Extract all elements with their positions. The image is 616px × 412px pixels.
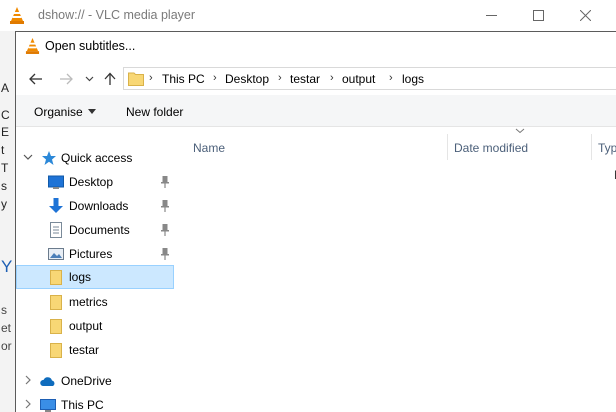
- vlc-cone-icon: [25, 38, 40, 54]
- sidebar-item-label: This PC: [61, 398, 104, 412]
- sidebar-item-label: OneDrive: [61, 374, 112, 388]
- column-header-label: Name: [193, 141, 226, 155]
- chevron-right-icon: ›: [149, 72, 153, 84]
- caret-down-icon: [88, 109, 96, 114]
- vlc-cone-icon: [10, 7, 24, 24]
- maximize-button[interactable]: [515, 0, 561, 31]
- recent-locations-button[interactable]: [83, 70, 95, 88]
- chevron-right-icon: ›: [278, 72, 282, 84]
- file-list: Name Date modified Type N: [177, 128, 616, 412]
- vlc-text-fragment: et: [1, 321, 12, 335]
- sidebar-item-desktop[interactable]: Desktop: [16, 170, 174, 194]
- navigation-pane: Quick access Desktop Downloads Documents…: [16, 128, 176, 412]
- column-header-label: Date modified: [454, 141, 529, 155]
- desktop-icon: [48, 175, 64, 189]
- breadcrumb-this-pc[interactable]: This PC: [162, 72, 205, 86]
- chevron-right-icon: [25, 399, 31, 409]
- chevron-down-icon: [85, 76, 93, 82]
- vlc-text-fragment: A: [1, 81, 10, 95]
- minimize-button[interactable]: [468, 0, 514, 31]
- sidebar-item-onedrive[interactable]: OneDrive: [16, 369, 174, 393]
- vlc-text-fragment: Y: [1, 257, 13, 276]
- sidebar-item-label: Documents: [69, 223, 130, 237]
- folder-icon: [50, 270, 62, 285]
- vlc-text-fragment: or: [1, 339, 12, 353]
- sidebar-item-documents[interactable]: Documents: [16, 218, 174, 242]
- forward-arrow-icon: [60, 73, 73, 85]
- documents-icon: [50, 222, 62, 238]
- sidebar-item-label: metrics: [69, 295, 108, 309]
- sidebar-item-metrics[interactable]: metrics: [16, 290, 174, 314]
- new-folder-button[interactable]: New folder: [126, 105, 183, 119]
- sidebar-item-label: Pictures: [69, 247, 113, 261]
- computer-icon: [40, 399, 56, 412]
- folder-icon: [50, 295, 62, 310]
- vlc-text-fragment: C: [1, 108, 10, 122]
- organise-button[interactable]: Organise: [34, 105, 83, 119]
- cloud-icon: [40, 377, 55, 386]
- sidebar-item-label: Downloads: [69, 199, 129, 213]
- star-icon: [42, 151, 56, 165]
- forward-button[interactable]: [57, 70, 75, 88]
- folder-icon: [128, 72, 144, 86]
- vlc-window-title: dshow:// - VLC media player: [38, 8, 196, 22]
- breadcrumb-logs[interactable]: logs: [402, 72, 424, 86]
- column-header-name[interactable]: Name: [177, 134, 449, 160]
- sidebar-item-downloads[interactable]: Downloads: [16, 194, 174, 218]
- dialog-titlebar: Open subtitles...: [16, 32, 616, 62]
- pin-icon: [161, 248, 169, 260]
- sidebar-item-testar[interactable]: testar: [16, 338, 174, 362]
- breadcrumb-desktop[interactable]: Desktop: [225, 72, 269, 86]
- up-arrow-icon: [104, 72, 116, 85]
- back-arrow-icon: [29, 73, 42, 85]
- chevron-right-icon: ›: [389, 72, 393, 84]
- vlc-titlebar: dshow:// - VLC media player: [0, 0, 616, 31]
- folder-icon: [50, 343, 62, 358]
- sidebar-item-quick-access[interactable]: Quick access: [16, 146, 174, 170]
- pin-icon: [161, 224, 169, 236]
- close-button[interactable]: [562, 0, 608, 31]
- pin-icon: [161, 200, 169, 212]
- chevron-down-icon: [23, 154, 33, 160]
- column-header-type[interactable]: Type: [592, 134, 616, 160]
- downloads-icon: [49, 198, 63, 213]
- vlc-content-strip: A C E t T s y Y s et or: [0, 31, 16, 412]
- command-toolbar: Organise New folder: [16, 95, 616, 127]
- sidebar-item-label: logs: [69, 270, 92, 284]
- pictures-icon: [48, 248, 64, 260]
- vlc-text-fragment: s: [1, 303, 7, 317]
- sidebar-item-label: output: [69, 319, 103, 333]
- up-button[interactable]: [101, 70, 119, 88]
- vlc-text-fragment: T: [1, 161, 9, 175]
- open-subtitles-dialog: Open subtitles... › This PC › Desktop › …: [15, 31, 616, 412]
- pin-icon: [161, 176, 169, 188]
- chevron-right-icon: ›: [330, 72, 334, 84]
- breadcrumb-output[interactable]: output: [342, 72, 375, 86]
- dialog-title: Open subtitles...: [45, 39, 136, 53]
- sidebar-item-output[interactable]: output: [16, 314, 174, 338]
- vlc-text-fragment: y: [1, 197, 7, 211]
- vlc-text-fragment: E: [1, 125, 10, 139]
- back-button[interactable]: [27, 70, 45, 88]
- breadcrumb-testar[interactable]: testar: [290, 72, 320, 86]
- chevron-right-icon: [25, 375, 31, 385]
- column-header-date-modified[interactable]: Date modified: [448, 134, 592, 160]
- sidebar-item-label: testar: [69, 343, 100, 357]
- maximize-icon: [532, 10, 544, 21]
- sidebar-item-label: Desktop: [69, 175, 114, 189]
- sidebar-item-label: Quick access: [61, 151, 133, 165]
- minimize-icon: [485, 15, 497, 16]
- sidebar-item-logs[interactable]: logs: [16, 265, 174, 289]
- vlc-text-fragment: t: [1, 143, 5, 157]
- address-bar[interactable]: › This PC › Desktop › testar › output › …: [123, 67, 616, 90]
- sidebar-item-this-pc[interactable]: This PC: [16, 393, 174, 412]
- folder-icon: [50, 319, 62, 334]
- chevron-right-icon: ›: [213, 72, 217, 84]
- vlc-text-fragment: s: [1, 179, 7, 193]
- close-icon: [579, 10, 591, 21]
- sidebar-item-pictures[interactable]: Pictures: [16, 242, 174, 266]
- column-header-label: Type: [598, 141, 616, 155]
